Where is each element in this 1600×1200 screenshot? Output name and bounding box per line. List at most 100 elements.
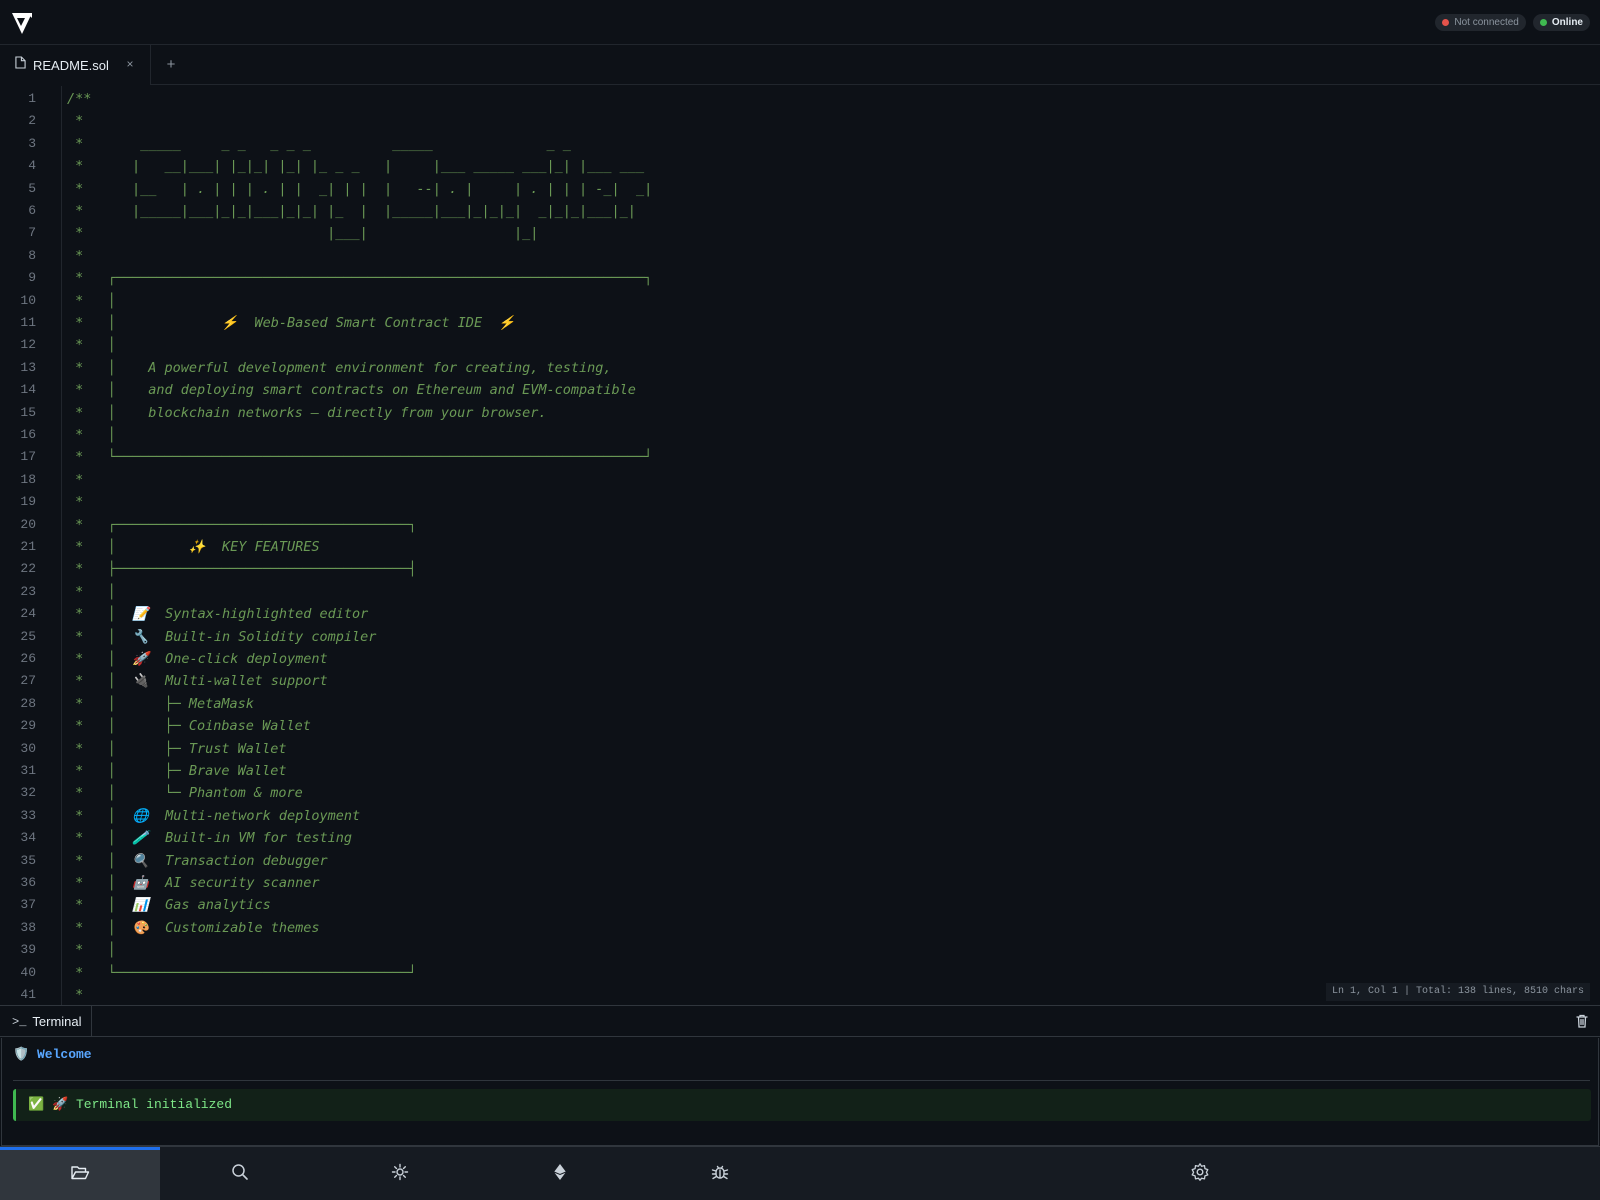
file-icon <box>15 56 26 74</box>
code-line[interactable]: * ┌────────────────────────────────────┐ <box>67 514 416 536</box>
code-line[interactable]: * │ ├─ MetaMask <box>67 693 254 715</box>
code-line[interactable]: * │ 🌐 Multi-network deployment <box>67 805 360 827</box>
code-line[interactable]: * │ <box>67 581 116 603</box>
code-line[interactable]: * │ 🚀 One-click deployment <box>67 648 328 670</box>
line-number: 9 <box>28 270 36 286</box>
code-line[interactable]: * │ <box>67 334 116 356</box>
settings-nav-button[interactable] <box>1120 1147 1280 1200</box>
code-line[interactable]: * └────────────────────────────────────┘ <box>67 962 416 984</box>
connection-status: Not connected Online <box>1435 14 1590 31</box>
line-number: 2 <box>28 113 36 129</box>
remix-logo-icon[interactable] <box>10 10 36 36</box>
code-line[interactable]: * │ 🧪 Built-in VM for testing <box>67 827 352 849</box>
code-line[interactable]: * <box>67 984 83 1005</box>
new-tab-button[interactable]: + <box>160 55 182 75</box>
line-number: 37 <box>20 897 36 913</box>
line-number-gutter: 1 2 3 4 5 6 7 8 9 10 11 12 13 14 15 16 17 18 19 20 21 22 23 24 2… <box>0 86 62 1005</box>
code-line[interactable]: * │ 🔧 Built-in Solidity compiler <box>67 626 376 648</box>
trash-icon[interactable] <box>1574 1013 1590 1029</box>
line-number: 14 <box>20 382 36 398</box>
code-line[interactable]: * <box>67 245 83 267</box>
line-number: 33 <box>20 807 36 823</box>
line-number: 27 <box>20 673 36 689</box>
code-line[interactable]: * │ ✨ KEY FEATURES <box>67 536 319 558</box>
line-number: 11 <box>20 315 36 330</box>
code-editor[interactable]: 1 2 3 4 5 6 7 8 9 10 11 12 13 14 15 16 17 18 19 20 21 22 23 24 2… <box>0 86 1600 1005</box>
code-line[interactable]: * ┌─────────────────────────────────────… <box>67 267 652 289</box>
line-number: 40 <box>20 964 36 980</box>
close-icon[interactable]: × <box>122 56 138 72</box>
code-line[interactable]: * │ ├─ Brave Wallet <box>67 760 286 782</box>
wallet-status-label: Not connected <box>1454 17 1519 28</box>
terminal-output[interactable]: 🛡️ Welcome ✅ 🚀 Terminal initialized <box>1 1038 1599 1146</box>
line-number: 7 <box>28 225 36 241</box>
bottom-navigation <box>0 1146 1600 1200</box>
line-number: 3 <box>28 135 36 151</box>
line-number: 12 <box>20 337 36 353</box>
editor-tab-bar: README.sol × + <box>0 45 1600 85</box>
line-number: 1 <box>28 91 36 106</box>
search-nav-button[interactable] <box>160 1147 320 1200</box>
code-line[interactable]: * |_____|___|_|_|___|_|_| |_ | |_____|__… <box>67 200 636 222</box>
code-line[interactable]: * │ ├─ Trust Wallet <box>67 738 286 760</box>
app-header: Not connected Online <box>0 0 1600 45</box>
files-nav-button[interactable] <box>0 1147 160 1200</box>
line-number: 16 <box>20 427 36 442</box>
compiler-nav-button[interactable] <box>320 1147 480 1200</box>
tab-terminal[interactable]: >_ Terminal <box>0 1006 92 1037</box>
line-number: 34 <box>20 830 36 846</box>
terminal-tab-label: Terminal <box>32 1014 82 1029</box>
line-number: 39 <box>20 942 36 958</box>
search-icon <box>230 1162 250 1187</box>
line-number: 20 <box>20 516 36 532</box>
code-line[interactable]: * │ ⚡ Web-Based Smart Contract IDE ⚡ <box>67 312 515 334</box>
code-line[interactable]: * |___| |_| <box>67 222 538 244</box>
terminal-prompt-icon: >_ <box>12 1014 27 1029</box>
code-line[interactable]: * │ 🔌 Multi-wallet support <box>67 670 328 692</box>
line-number: 13 <box>20 359 36 375</box>
code-line[interactable]: * _____ _ _ _ _ _ _____ _ _ <box>67 133 571 155</box>
wallet-status-badge[interactable]: Not connected <box>1435 14 1526 31</box>
code-line[interactable]: * │ 🔍 Transaction debugger <box>67 850 328 872</box>
code-line[interactable]: * |__ | . | | | . | | _| | | | --| . | |… <box>67 178 652 200</box>
line-number: 26 <box>20 651 36 666</box>
code-line[interactable]: * │ └─ Phantom & more <box>67 782 303 804</box>
line-number: 30 <box>20 740 36 756</box>
line-number: 28 <box>20 695 36 711</box>
code-line[interactable]: * │ 📝 Syntax-highlighted editor <box>67 603 368 625</box>
line-number: 35 <box>20 852 36 868</box>
code-line[interactable]: * <box>67 469 83 491</box>
code-line[interactable]: * └─────────────────────────────────────… <box>67 446 652 468</box>
code-line[interactable]: * │ and deploying smart contracts on Eth… <box>67 379 636 401</box>
code-line[interactable]: * │ A powerful development environment f… <box>67 357 611 379</box>
status-dot-icon <box>1442 19 1450 26</box>
divider <box>13 1080 1590 1081</box>
line-number: 18 <box>20 471 36 487</box>
deploy-nav-button[interactable] <box>480 1147 640 1200</box>
line-number: 19 <box>20 494 36 510</box>
debugger-nav-button[interactable] <box>640 1147 800 1200</box>
code-line[interactable]: * │ 🎨 Customizable themes <box>67 917 319 939</box>
shield-icon: 🛡️ <box>13 1047 30 1062</box>
line-number: 41 <box>20 987 36 1002</box>
code-line[interactable]: * <box>67 491 83 513</box>
line-number: 15 <box>20 404 36 420</box>
code-line[interactable]: * │ <box>67 424 116 446</box>
code-line[interactable]: * │ <box>67 939 116 961</box>
cursor-status: Ln 1, Col 1 | Total: 138 lines, 8510 cha… <box>1325 983 1590 1001</box>
line-number: 23 <box>20 583 36 599</box>
ethereum-icon <box>550 1162 570 1187</box>
code-line[interactable]: * | __|___| |_|_| |_| |_ _ _ | |___ ____… <box>67 155 644 177</box>
code-line[interactable]: /** <box>67 88 91 110</box>
code-line[interactable]: * │ 📊 Gas analytics <box>67 894 271 916</box>
code-line[interactable]: * │ 🤖 AI security scanner <box>67 872 319 894</box>
code-line[interactable]: * │ blockchain networks — directly from … <box>67 402 546 424</box>
line-number: 36 <box>20 875 36 890</box>
code-line[interactable]: * │ ├─ Coinbase Wallet <box>67 715 311 737</box>
tab-readme[interactable]: README.sol × <box>0 45 151 85</box>
code-line[interactable]: * │ <box>67 290 116 312</box>
code-line[interactable]: * ├────────────────────────────────────┤ <box>67 558 416 580</box>
line-number: 29 <box>20 718 36 734</box>
code-line[interactable]: * <box>67 110 83 132</box>
line-number: 38 <box>20 919 36 935</box>
